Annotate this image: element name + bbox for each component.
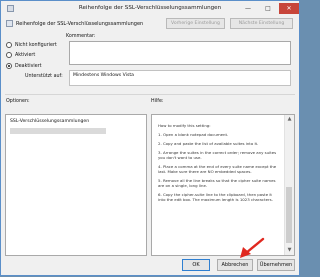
radio-disabled-label: Deaktiviert	[15, 63, 42, 69]
ok-button[interactable]: OK	[182, 259, 210, 271]
help-paragraph: 3. Arrange the suites in the correct ord…	[158, 150, 277, 160]
options-label: Optionen:	[6, 99, 30, 104]
cancel-button[interactable]: Abbrechen	[217, 259, 253, 271]
title-bar[interactable]: Reihenfolge der SSL-Verschlüsselungssamm…	[1, 1, 299, 16]
maximize-button[interactable]: □	[259, 3, 277, 14]
help-panel: How to modify this setting: 1. Open a bl…	[151, 114, 295, 256]
supported-on-label: Unterstützt auf:	[25, 74, 63, 79]
radio-enabled[interactable]: Aktiviert	[6, 51, 35, 59]
previous-setting-button[interactable]: Vorherige Einstellung	[166, 18, 225, 29]
close-button[interactable]: ✕	[279, 3, 299, 14]
help-label: Hilfe:	[151, 99, 164, 104]
comment-input[interactable]	[69, 41, 291, 65]
minimize-button[interactable]: —	[239, 3, 257, 14]
radio-not-configured-indicator[interactable]	[6, 42, 12, 48]
scroll-down-icon[interactable]: ▼	[285, 246, 294, 255]
supported-on-value: Mindestens Windows Vista	[69, 70, 291, 86]
cipher-suites-input[interactable]	[10, 128, 106, 134]
help-paragraph: 6. Copy the cipher-suite line to the cli…	[158, 192, 273, 202]
options-panel: SSL-Verschlüsselungssammlungen	[5, 114, 147, 256]
help-paragraph: 4. Place a comma at the end of every sui…	[158, 164, 277, 174]
comment-label: Kommentar:	[66, 34, 96, 39]
radio-disabled-indicator[interactable]	[6, 63, 12, 69]
help-text: How to modify this setting: 1. Open a bl…	[158, 123, 280, 206]
setting-title: Reihenfolge der SSL-Verschlüsselungssamm…	[16, 21, 144, 27]
help-paragraph: 5. Remove all the line breaks so that th…	[158, 178, 276, 188]
group-policy-setting-window: Reihenfolge der SSL-Verschlüsselungssamm…	[0, 0, 300, 276]
apply-button[interactable]: Übernehmen	[257, 259, 295, 271]
radio-enabled-indicator[interactable]	[6, 52, 12, 58]
next-setting-button[interactable]: Nächste Einstellung	[230, 18, 293, 29]
help-paragraph: 2. Copy and paste the list of available …	[158, 141, 259, 146]
cipher-suites-label: SSL-Verschlüsselungssammlungen	[10, 119, 90, 124]
scroll-thumb[interactable]	[286, 187, 292, 243]
help-paragraph: 1. Open a blank notepad document.	[158, 132, 229, 137]
radio-not-configured-label: Nicht konfiguriert	[15, 42, 57, 48]
help-scrollbar[interactable]: ▲ ▼	[284, 115, 294, 255]
radio-disabled[interactable]: Deaktiviert	[6, 62, 42, 70]
radio-not-configured[interactable]: Nicht konfiguriert	[6, 41, 57, 49]
setting-icon	[6, 20, 13, 27]
section-divider	[5, 94, 295, 95]
help-paragraph: How to modify this setting:	[158, 123, 211, 128]
close-icon: ✕	[286, 5, 292, 12]
scroll-up-icon[interactable]: ▲	[285, 115, 294, 124]
radio-enabled-label: Aktiviert	[15, 52, 36, 58]
